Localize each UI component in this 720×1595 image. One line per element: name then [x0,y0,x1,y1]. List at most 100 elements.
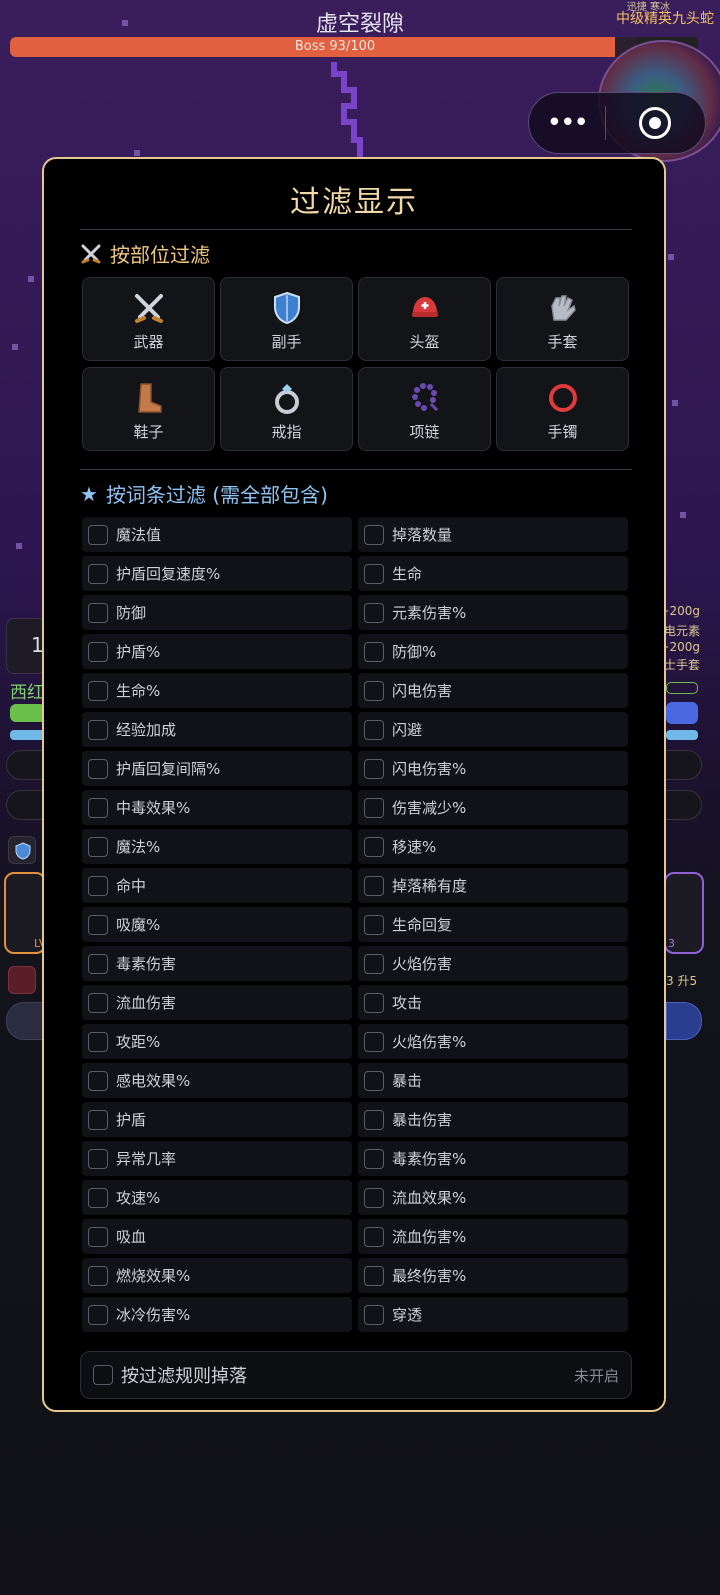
attribute-option[interactable]: 护盾% [82,634,352,669]
attribute-checkbox[interactable] [88,836,108,857]
drop-by-filter-checkbox[interactable] [93,1365,113,1385]
attribute-option[interactable]: 生命% [82,673,352,708]
background-button[interactable] [666,1002,702,1040]
attribute-checkbox[interactable] [364,836,384,857]
attribute-option[interactable]: 火焰伤害 [358,946,628,981]
attribute-checkbox[interactable] [88,680,108,701]
attribute-checkbox[interactable] [364,875,384,896]
attribute-checkbox[interactable] [364,953,384,974]
attribute-option[interactable]: 流血伤害% [358,1219,628,1254]
attribute-option[interactable]: 毒素伤害% [358,1141,628,1176]
attribute-option[interactable]: 防御% [358,634,628,669]
attribute-checkbox[interactable] [364,1070,384,1091]
attribute-option[interactable]: 生命回复 [358,907,628,942]
slot-gloves[interactable]: 手套 [496,277,629,361]
attribute-option[interactable]: 流血效果% [358,1180,628,1215]
attribute-checkbox[interactable] [88,914,108,935]
close-program-button[interactable] [606,107,705,139]
attribute-checkbox[interactable] [364,1226,384,1247]
attribute-checkbox[interactable] [364,1148,384,1169]
attribute-option[interactable]: 暴击伤害 [358,1102,628,1137]
background-button[interactable] [6,1002,46,1040]
slot-weapon[interactable]: 武器 [82,277,215,361]
attribute-option[interactable]: 攻速% [82,1180,352,1215]
attribute-checkbox[interactable] [364,992,384,1013]
attribute-checkbox[interactable] [364,602,384,623]
attribute-option[interactable]: 吸魔% [82,907,352,942]
attribute-option[interactable]: 流血伤害 [82,985,352,1020]
slot-offhand[interactable]: 副手 [220,277,353,361]
attribute-option[interactable]: 中毒效果% [82,790,352,825]
attribute-checkbox[interactable] [364,641,384,662]
slot-shoes[interactable]: 鞋子 [82,367,215,451]
more-options-button[interactable]: ••• [529,108,605,138]
attribute-checkbox[interactable] [364,1187,384,1208]
attribute-checkbox[interactable] [88,953,108,974]
attribute-checkbox[interactable] [88,1304,108,1325]
attribute-option[interactable]: 护盾 [82,1102,352,1137]
attribute-option[interactable]: 感电效果% [82,1063,352,1098]
attribute-checkbox[interactable] [364,914,384,935]
attribute-option[interactable]: 暴击 [358,1063,628,1098]
attribute-option[interactable]: 魔法% [82,829,352,864]
slot-ring[interactable]: 戒指 [220,367,353,451]
slot-helmet[interactable]: 头盔 [358,277,491,361]
attribute-option[interactable]: 经验加成 [82,712,352,747]
attribute-checkbox[interactable] [88,1109,108,1130]
attribute-checkbox[interactable] [88,1148,108,1169]
attribute-checkbox[interactable] [364,680,384,701]
attribute-option[interactable]: 移速% [358,829,628,864]
attribute-option[interactable]: 穿透 [358,1297,628,1332]
attribute-option[interactable]: 火焰伤害% [358,1024,628,1059]
attribute-option[interactable]: 伤害减少% [358,790,628,825]
attribute-checkbox[interactable] [88,1070,108,1091]
attribute-option[interactable]: 毒素伤害 [82,946,352,981]
attribute-option[interactable]: 护盾回复间隔% [82,751,352,786]
attribute-checkbox[interactable] [88,992,108,1013]
shield-icon[interactable] [8,836,36,864]
attribute-checkbox[interactable] [88,719,108,740]
attribute-option[interactable]: 闪电伤害 [358,673,628,708]
attribute-option[interactable]: 冰冷伤害% [82,1297,352,1332]
attribute-option[interactable]: 元素伤害% [358,595,628,630]
attribute-option[interactable]: 闪电伤害% [358,751,628,786]
attribute-checkbox[interactable] [88,602,108,623]
attribute-checkbox[interactable] [88,1187,108,1208]
attribute-checkbox[interactable] [364,758,384,779]
attribute-checkbox[interactable] [88,1265,108,1286]
attribute-filter-list[interactable]: 魔法值 掉落数量 护盾回复速度% 生命 防御 元素伤害% 护盾% 防御% 生命% 闪电伤害 经验加成… [82,517,630,1333]
attribute-option[interactable]: 闪避 [358,712,628,747]
attribute-option[interactable]: 掉落数量 [358,517,628,552]
attribute-checkbox[interactable] [88,641,108,662]
attribute-option[interactable]: 掉落稀有度 [358,868,628,903]
attribute-option[interactable]: 攻击 [358,985,628,1020]
attribute-checkbox[interactable] [364,563,384,584]
attribute-option[interactable]: 护盾回复速度% [82,556,352,591]
backpack-icon[interactable] [8,966,36,994]
attribute-checkbox[interactable] [364,1109,384,1130]
slot-necklace[interactable]: 项链 [358,367,491,451]
attribute-option[interactable]: 命中 [82,868,352,903]
equipment-card-right[interactable]: 3 [664,872,704,954]
attribute-option[interactable]: 异常几率 [82,1141,352,1176]
attribute-checkbox[interactable] [88,1031,108,1052]
attribute-checkbox[interactable] [364,1304,384,1325]
attribute-option[interactable]: 最终伤害% [358,1258,628,1293]
drop-by-filter-toggle[interactable]: 按过滤规则掉落 未开启 [80,1351,632,1399]
attribute-checkbox[interactable] [364,719,384,740]
attribute-checkbox[interactable] [88,524,108,545]
attribute-checkbox[interactable] [364,1031,384,1052]
attribute-checkbox[interactable] [88,875,108,896]
attribute-checkbox[interactable] [88,1226,108,1247]
attribute-option[interactable]: 吸血 [82,1219,352,1254]
attribute-checkbox[interactable] [88,797,108,818]
attribute-checkbox[interactable] [364,797,384,818]
equipment-card-left[interactable]: LV [4,872,46,954]
attribute-option[interactable]: 防御 [82,595,352,630]
attribute-option[interactable]: 燃烧效果% [82,1258,352,1293]
attribute-checkbox[interactable] [364,524,384,545]
attribute-option[interactable]: 攻距% [82,1024,352,1059]
slot-bracelet[interactable]: 手镯 [496,367,629,451]
attribute-checkbox[interactable] [88,758,108,779]
attribute-option[interactable]: 魔法值 [82,517,352,552]
